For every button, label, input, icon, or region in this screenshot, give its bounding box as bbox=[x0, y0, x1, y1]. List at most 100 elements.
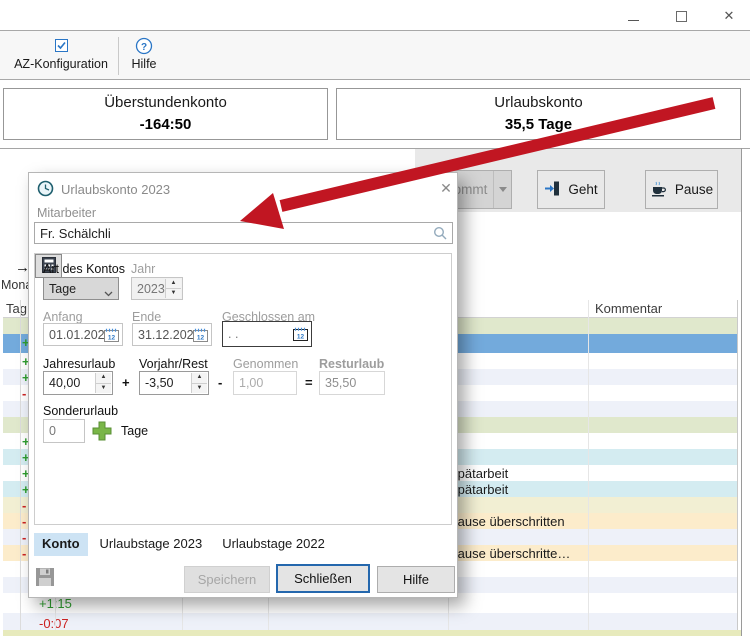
pause-label: Pause bbox=[675, 182, 713, 197]
resturlaub-input: 35,50 bbox=[319, 371, 385, 395]
row-sign: - bbox=[22, 530, 26, 545]
toolbar: AZ-Konfiguration ? Hilfe bbox=[0, 30, 750, 80]
spinner-buttons[interactable]: ▲▼ bbox=[191, 373, 207, 393]
mitarbeiter-input[interactable] bbox=[34, 222, 453, 244]
anfang-label: Anfang bbox=[43, 310, 83, 324]
app-window: ✕ AZ-Konfiguration ? Hilfe Überstundenko… bbox=[0, 0, 750, 636]
sonderurlaub-label: Sonderurlaub bbox=[43, 404, 118, 418]
spin-up-icon[interactable]: ▲ bbox=[166, 279, 181, 289]
tab-konto[interactable]: Konto bbox=[34, 533, 88, 556]
jahr-value: 2023 bbox=[137, 282, 165, 296]
ende-value: 31.12.2023 bbox=[138, 328, 201, 342]
svg-text:12: 12 bbox=[297, 334, 305, 341]
save-disk-button[interactable] bbox=[35, 567, 59, 591]
door-exit-icon bbox=[544, 180, 561, 200]
overtime-title: Überstundenkonto bbox=[4, 94, 327, 111]
hilfe-toolbar-label: Hilfe bbox=[131, 57, 156, 71]
toolbar-divider bbox=[118, 37, 119, 75]
window-close-button[interactable]: ✕ bbox=[714, 8, 744, 24]
row-comment: Pause überschritten bbox=[449, 514, 565, 529]
spinner-buttons[interactable]: ▲▼ bbox=[165, 279, 181, 298]
jahr-label: Jahr bbox=[131, 262, 155, 276]
window-titlebar: ✕ bbox=[0, 0, 750, 30]
svg-text:12: 12 bbox=[197, 335, 205, 342]
dialog-close-button[interactable]: ✕ bbox=[437, 180, 455, 198]
row-sign: - bbox=[22, 498, 26, 513]
table-row[interactable]: -0:07 bbox=[3, 613, 737, 630]
kommentar-column-header: Kommentar bbox=[595, 301, 715, 316]
art-des-kontos-label: Art des Kontos bbox=[43, 262, 125, 276]
equals-operator: = bbox=[305, 375, 313, 390]
ende-date-input[interactable]: 31.12.2023 12 bbox=[132, 323, 212, 346]
art-des-kontos-select[interactable]: Tage bbox=[43, 277, 119, 300]
jahresurlaub-value: 40,00 bbox=[49, 376, 80, 390]
spin-up-icon[interactable]: ▲ bbox=[96, 373, 111, 384]
minimize-button[interactable] bbox=[618, 8, 648, 24]
dialog-tabbar: Konto Urlaubstage 2023 Urlaubstage 2022 bbox=[34, 533, 333, 556]
speichern-button[interactable]: Speichern bbox=[184, 566, 270, 593]
az-konfiguration-button[interactable]: AZ-Konfiguration bbox=[8, 35, 114, 77]
vorjahr-rest-spinner[interactable]: -3,50 ▲▼ bbox=[139, 371, 209, 395]
genommen-value: 1,00 bbox=[239, 376, 263, 390]
pause-button[interactable]: Pause bbox=[645, 170, 718, 209]
anfang-date-input[interactable]: 01.01.2023 12 bbox=[43, 323, 123, 346]
help-icon: ? bbox=[122, 37, 166, 57]
anfang-value: 01.01.2023 bbox=[49, 328, 112, 342]
jahresurlaub-label: Jahresurlaub bbox=[43, 357, 115, 371]
genommen-label: Genommen bbox=[233, 357, 298, 371]
add-days-button[interactable] bbox=[91, 420, 113, 442]
geht-button[interactable]: Geht bbox=[537, 170, 605, 209]
hilfe-button[interactable]: Hilfe bbox=[377, 566, 455, 593]
spin-up-icon[interactable]: ▲ bbox=[192, 373, 207, 384]
tab-urlaubstage-2022[interactable]: Urlaubstage 2022 bbox=[214, 533, 333, 556]
hilfe-toolbar-button[interactable]: ? Hilfe bbox=[122, 35, 166, 77]
overtime-account-panel: Überstundenkonto -164:50 bbox=[3, 88, 328, 140]
sonderurlaub-value: 0 bbox=[49, 424, 56, 438]
kommt-dropdown-arrow-icon[interactable] bbox=[493, 171, 511, 208]
schliessen-button[interactable]: Schließen bbox=[276, 564, 370, 593]
close-icon: ✕ bbox=[724, 8, 735, 23]
jahr-spinner[interactable]: 2023 ▲▼ bbox=[131, 277, 183, 300]
row-sign: - bbox=[22, 514, 26, 529]
plus-operator: + bbox=[122, 375, 130, 390]
geschlossen-am-value: . . bbox=[228, 327, 238, 341]
row-sign: - bbox=[22, 386, 26, 401]
ende-label: Ende bbox=[132, 310, 161, 324]
maximize-button[interactable] bbox=[666, 8, 696, 24]
calendar-icon[interactable]: 12 bbox=[104, 328, 119, 345]
spin-down-icon[interactable]: ▼ bbox=[192, 384, 207, 394]
row-saldo: -0:07 bbox=[39, 616, 69, 631]
urlaubskonto-dialog: Urlaubskonto 2023 ✕ Mitarbeiter Art des … bbox=[28, 172, 458, 598]
calendar-icon[interactable]: 12 bbox=[193, 328, 208, 345]
sonderurlaub-input[interactable]: 0 bbox=[43, 419, 85, 443]
vorjahr-rest-label: Vorjahr/Rest bbox=[139, 357, 208, 371]
dialog-title: Urlaubskonto 2023 bbox=[61, 182, 170, 197]
resturlaub-label: Resturlaub bbox=[319, 357, 384, 371]
table-gridline bbox=[737, 300, 738, 630]
vacation-value: 35,5 Tage bbox=[337, 116, 740, 133]
az-konfiguration-label: AZ-Konfiguration bbox=[14, 57, 108, 71]
svg-text:12: 12 bbox=[108, 335, 116, 342]
tab-urlaubstage-2023[interactable]: Urlaubstage 2023 bbox=[92, 533, 211, 556]
vacation-title: Urlaubskonto bbox=[337, 94, 740, 111]
chevron-down-icon bbox=[104, 286, 113, 300]
clock-icon bbox=[37, 180, 54, 200]
table-gridline bbox=[20, 300, 21, 630]
resturlaub-value: 35,50 bbox=[325, 376, 356, 390]
svg-text:?: ? bbox=[141, 42, 147, 53]
table-bottom-strip bbox=[3, 630, 741, 636]
spinner-buttons[interactable]: ▲▼ bbox=[95, 373, 111, 393]
account-groupbox: Art des Kontos Tage Jahr 2023 ▲▼ Anfang … bbox=[34, 253, 452, 525]
vacation-account-panel: Urlaubskonto 35,5 Tage bbox=[336, 88, 741, 140]
calendar-icon[interactable]: 12 bbox=[293, 327, 308, 344]
art-des-kontos-value: Tage bbox=[49, 282, 76, 296]
minimize-icon bbox=[628, 20, 639, 21]
maximize-icon bbox=[676, 11, 687, 22]
spin-down-icon[interactable]: ▼ bbox=[166, 289, 181, 298]
spin-down-icon[interactable]: ▼ bbox=[96, 384, 111, 394]
vorjahr-rest-value: -3,50 bbox=[145, 376, 174, 390]
row-comment: Pause überschritte… bbox=[449, 546, 570, 561]
geschlossen-am-date-input[interactable]: . . 12 bbox=[222, 321, 312, 347]
jahresurlaub-spinner[interactable]: 40,00 ▲▼ bbox=[43, 371, 113, 395]
search-icon[interactable] bbox=[433, 226, 448, 244]
